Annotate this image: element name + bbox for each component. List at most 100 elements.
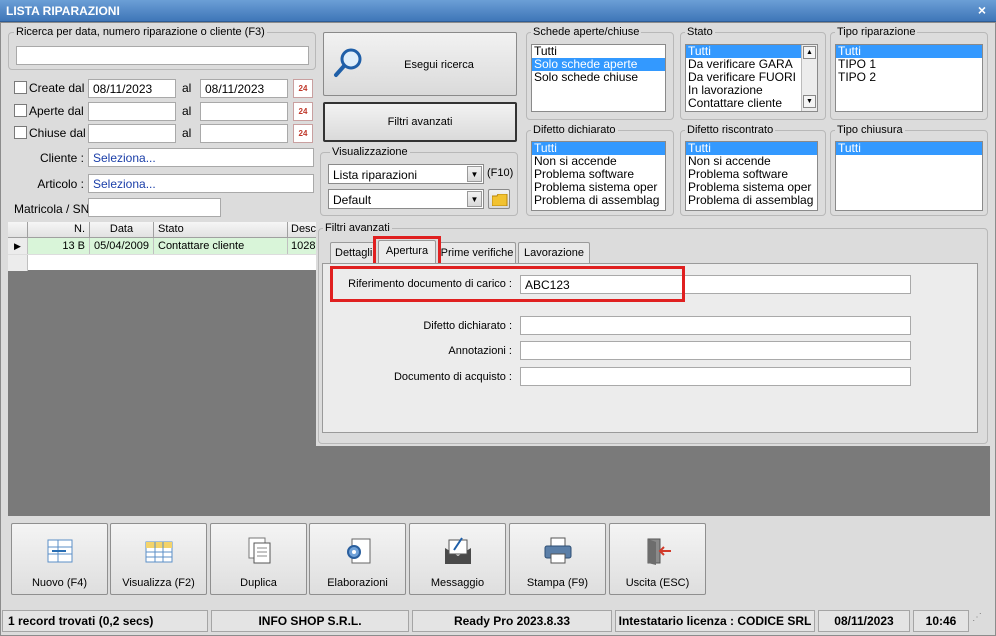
list-item[interactable]: TIPO 1 — [836, 58, 982, 71]
difetto-riscontrato-legend: Difetto riscontrato — [685, 124, 776, 136]
created-from-field[interactable]: 08/11/2023 — [88, 79, 176, 98]
view-layout-value: Default — [333, 193, 372, 207]
new-button[interactable]: Nuovo (F4) — [11, 523, 108, 595]
list-item[interactable]: Problema software — [686, 168, 817, 181]
list-item[interactable]: Tutti — [836, 142, 982, 155]
process-gear-icon — [347, 538, 371, 564]
list-item[interactable]: Da verificare GARA — [686, 58, 817, 71]
grid-header-n[interactable]: N. — [28, 222, 90, 238]
difetto-riscontrato-listbox[interactable]: Tutti Non si accende Problema software Prob… — [685, 141, 818, 211]
tipo-riparazione-legend: Tipo riparazione — [835, 26, 918, 38]
created-label: Create dal — [29, 81, 85, 95]
tab-prime-verifiche[interactable]: Prime verifiche — [438, 242, 516, 264]
search-input[interactable] — [16, 46, 309, 65]
closed-from-field[interactable] — [88, 124, 176, 143]
tipo-riparazione-listbox[interactable]: Tutti TIPO 1 TIPO 2 — [835, 44, 983, 112]
exit-button[interactable]: Uscita (ESC) — [609, 523, 706, 595]
schede-legend: Schede aperte/chiuse — [531, 26, 642, 38]
list-item[interactable]: Non si accende — [686, 155, 817, 168]
created-al-label: al — [182, 81, 192, 95]
list-item[interactable]: Tutti — [836, 45, 982, 58]
grid-header-data[interactable]: Data — [90, 222, 154, 238]
difetto-dichiarato-listbox[interactable]: Tutti Non si accende Problema software Prob… — [531, 141, 666, 211]
closed-label: Chiuse dal — [29, 126, 86, 140]
tipo-chiusura-listbox[interactable]: Tutti — [835, 141, 983, 211]
message-icon — [445, 537, 471, 564]
list-item[interactable]: Problema sistema oper — [686, 181, 817, 194]
message-button-label: Messaggio — [430, 577, 485, 589]
articolo-label: Articolo : — [37, 177, 84, 191]
window-title: LISTA RIPARAZIONI — [6, 4, 120, 18]
cell-n: 13 B — [28, 238, 90, 254]
tab-dettagli[interactable]: Dettagli — [330, 242, 376, 264]
difetto-dichiarato-field[interactable] — [520, 316, 911, 335]
view-button[interactable]: Visualizza (F2) — [110, 523, 207, 595]
status-license: Intestatario licenza : CODICE SRL — [615, 610, 815, 632]
closed-to-field[interactable] — [200, 124, 288, 143]
print-button-label: Stampa (F9) — [526, 577, 589, 589]
list-item[interactable]: Non si accende — [532, 155, 665, 168]
printer-icon — [544, 537, 572, 564]
articolo-field[interactable]: Seleziona... — [88, 174, 314, 193]
created-checkbox[interactable] — [14, 81, 27, 94]
closed-checkbox[interactable] — [14, 126, 27, 139]
calendar-icon[interactable]: 24 — [293, 102, 313, 121]
processing-button-label: Elaborazioni — [327, 577, 388, 589]
created-to-field[interactable]: 08/11/2023 — [200, 79, 288, 98]
table-row-empty — [8, 254, 320, 271]
search-button[interactable]: Esegui ricerca — [323, 32, 517, 96]
advanced-filters-button[interactable]: Filtri avanzati — [323, 102, 517, 142]
view-list-select[interactable]: Lista riparazioni ▼ — [328, 164, 484, 184]
view-layout-select[interactable]: Default ▼ — [328, 189, 484, 209]
exit-door-icon — [647, 538, 671, 565]
folder-icon — [492, 194, 508, 206]
processing-button[interactable]: Elaborazioni — [309, 523, 406, 595]
stato-listbox[interactable]: Tutti Da verificare GARA Da verificare FUO… — [685, 44, 818, 112]
list-item[interactable]: Tutti — [686, 45, 817, 58]
status-time: 10:46 — [913, 610, 969, 632]
duplicate-button[interactable]: Duplica — [210, 523, 307, 595]
search-button-label: Esegui ricerca — [404, 59, 474, 71]
cliente-field[interactable]: Seleziona... — [88, 148, 314, 167]
list-item[interactable]: Problema di assemblag — [532, 194, 665, 207]
status-date: 08/11/2023 — [818, 610, 910, 632]
close-icon[interactable]: × — [974, 2, 990, 18]
opened-to-field[interactable] — [200, 102, 288, 121]
annotazioni-field[interactable] — [520, 341, 911, 360]
open-folder-button[interactable] — [488, 189, 510, 209]
print-button[interactable]: Stampa (F9) — [509, 523, 606, 595]
calendar-icon[interactable]: 24 — [293, 79, 313, 98]
matricola-field[interactable] — [88, 198, 221, 217]
list-item[interactable]: Problema sistema oper — [532, 181, 665, 194]
calendar-icon[interactable]: 24 — [293, 124, 313, 143]
list-item[interactable]: Solo schede chiuse — [532, 71, 665, 84]
view-legend: Visualizzazione — [330, 146, 410, 158]
tab-lavorazione[interactable]: Lavorazione — [518, 242, 590, 264]
list-item[interactable]: Solo schede aperte — [532, 58, 665, 71]
message-button[interactable]: Messaggio — [409, 523, 506, 595]
documento-acquisto-field[interactable] — [520, 367, 911, 386]
list-item[interactable]: Tutti — [532, 45, 665, 58]
chevron-up-icon[interactable]: ▲ — [803, 46, 816, 59]
grid-header-stato[interactable]: Stato — [154, 222, 288, 238]
opened-checkbox[interactable] — [14, 104, 27, 117]
table-row[interactable]: ▶ 13 B 05/04/2009 Contattare cliente 102… — [8, 238, 320, 254]
f10-label: (F10) — [487, 167, 514, 179]
chevron-down-icon[interactable]: ▼ — [467, 166, 482, 182]
list-item[interactable]: Problema di assemblag — [686, 194, 817, 207]
list-item[interactable]: Problema software — [532, 168, 665, 181]
stato-legend: Stato — [685, 26, 715, 38]
list-item[interactable]: Contattare cliente — [686, 97, 817, 110]
list-item[interactable]: Tutti — [532, 142, 665, 155]
stato-scrollbar[interactable]: ▲ ▼ — [801, 45, 817, 111]
chevron-down-icon[interactable]: ▼ — [467, 191, 482, 207]
opened-from-field[interactable] — [88, 102, 176, 121]
resize-grip-icon[interactable]: ⋰ — [972, 612, 992, 632]
schede-listbox[interactable]: Tutti Solo schede aperte Solo schede chius… — [531, 44, 666, 112]
list-item[interactable]: TIPO 2 — [836, 71, 982, 84]
cliente-label: Cliente : — [39, 151, 84, 165]
list-item[interactable]: Tutti — [686, 142, 817, 155]
chevron-down-icon[interactable]: ▼ — [803, 95, 816, 108]
list-item[interactable]: Da verificare FUORI — [686, 71, 817, 84]
list-item[interactable]: In lavorazione — [686, 84, 817, 97]
